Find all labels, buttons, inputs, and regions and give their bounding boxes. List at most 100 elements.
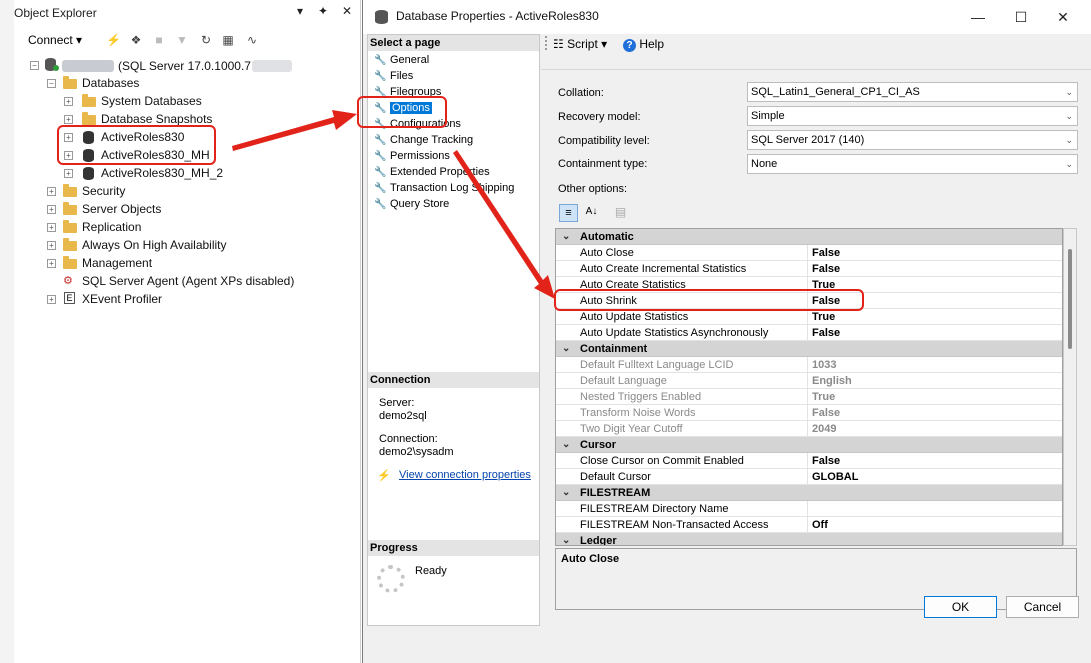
collapse-icon[interactable]: ⌄ <box>562 341 570 357</box>
property-value[interactable]: 1033 <box>812 357 1062 373</box>
grid-category-filestream[interactable]: ⌄ FILESTREAM <box>556 485 1062 501</box>
page-general[interactable]: 🔧 General <box>374 52 429 68</box>
page-permissions[interactable]: 🔧 Permissions <box>374 148 450 164</box>
collapse-icon[interactable]: − <box>47 79 56 88</box>
expand-icon[interactable]: + <box>47 187 56 196</box>
property-pages-icon[interactable]: ▤ <box>611 204 630 222</box>
folder-icon <box>63 256 77 269</box>
collapse-icon[interactable]: − <box>30 61 39 70</box>
expand-icon[interactable]: + <box>64 115 73 124</box>
grid-category-cursor[interactable]: ⌄ Cursor <box>556 437 1062 453</box>
property-name: FILESTREAM Directory Name <box>580 501 808 517</box>
ok-button[interactable]: OK <box>924 596 997 618</box>
property-name: Default Cursor <box>580 469 808 485</box>
script-button[interactable]: ☷ Script ▾ <box>553 37 607 51</box>
close-button[interactable]: ✕ <box>1048 6 1078 28</box>
expand-icon[interactable]: + <box>47 205 56 214</box>
expand-icon[interactable]: + <box>64 169 73 178</box>
property-value[interactable]: False <box>812 453 1062 469</box>
grid-row-default-fulltext-language-lcid[interactable]: Default Fulltext Language LCID 1033 <box>556 357 1062 373</box>
property-value[interactable]: False <box>812 325 1062 341</box>
grid-category-automatic[interactable]: ⌄ Automatic <box>556 229 1062 245</box>
page-transaction-log-shipping[interactable]: 🔧 Transaction Log Shipping <box>374 180 514 196</box>
scrollbar-thumb[interactable] <box>1068 249 1072 349</box>
property-value[interactable]: 2049 <box>812 421 1062 437</box>
pulse-icon[interactable]: ∿ <box>245 33 259 47</box>
grid-row-auto-update-statistics[interactable]: Auto Update Statistics True <box>556 309 1062 325</box>
page-files[interactable]: 🔧 Files <box>374 68 413 84</box>
collation-value: SQL_Latin1_General_CP1_CI_AS <box>751 86 920 98</box>
property-value[interactable]: False <box>812 405 1062 421</box>
property-name: FILESTREAM Non-Transacted Access <box>580 517 808 533</box>
grid-row-close-cursor-on-commit[interactable]: Close Cursor on Commit Enabled False <box>556 453 1062 469</box>
dropdown-icon[interactable]: ▾ <box>292 4 308 18</box>
property-value[interactable]: False <box>812 245 1062 261</box>
collapse-icon[interactable]: ⌄ <box>562 229 570 245</box>
connection-header: Connection <box>368 372 539 388</box>
grid-row-two-digit-year-cutoff[interactable]: Two Digit Year Cutoff 2049 <box>556 421 1062 437</box>
expand-icon[interactable]: + <box>47 259 56 268</box>
view-connection-properties-link[interactable]: View connection properties <box>399 469 531 481</box>
grid-row-filestream-non-transacted-access[interactable]: FILESTREAM Non-Transacted Access Off <box>556 517 1062 533</box>
minimize-button[interactable]: — <box>963 6 993 28</box>
collapse-icon[interactable]: ⌄ <box>562 485 570 501</box>
expand-icon[interactable]: + <box>47 295 56 304</box>
property-value[interactable]: False <box>812 261 1062 277</box>
help-button[interactable]: ? Help <box>623 37 664 52</box>
grid-category-containment[interactable]: ⌄ Containment <box>556 341 1062 357</box>
server-name-redacted <box>62 60 114 72</box>
disconnect-icon[interactable]: ❖ <box>129 33 143 47</box>
recovery-model-select[interactable]: Simple ⌄ <box>747 106 1078 126</box>
chevron-down-icon: ⌄ <box>1065 159 1073 169</box>
page-change-tracking[interactable]: 🔧 Change Tracking <box>374 132 473 148</box>
page-extended-properties[interactable]: 🔧 Extended Properties <box>374 164 490 180</box>
cancel-button[interactable]: Cancel <box>1006 596 1079 618</box>
folder-icon <box>63 184 77 197</box>
property-value[interactable]: GLOBAL <box>812 469 1062 485</box>
filter-icon[interactable]: ▼ <box>175 33 189 47</box>
page-label: Query Store <box>390 198 450 210</box>
activity-monitor-icon[interactable]: ▦ <box>221 33 235 47</box>
grid-row-transform-noise-words[interactable]: Transform Noise Words False <box>556 405 1062 421</box>
grid-row-auto-update-statistics-async[interactable]: Auto Update Statistics Asynchronously Fal… <box>556 325 1062 341</box>
maximize-button[interactable]: ☐ <box>1006 6 1036 28</box>
expand-icon[interactable]: + <box>64 97 73 106</box>
tree-label: Databases <box>82 76 140 90</box>
grid-row-default-cursor[interactable]: Default Cursor GLOBAL <box>556 469 1062 485</box>
pin-icon[interactable]: ✦ <box>315 4 331 18</box>
page-label: Files <box>390 70 414 82</box>
close-icon[interactable]: ✕ <box>339 4 355 18</box>
property-name: Nested Triggers Enabled <box>580 389 808 405</box>
connect-plug-icon[interactable]: ⚡ <box>106 33 121 47</box>
containment-type-select[interactable]: None ⌄ <box>747 154 1078 174</box>
property-name: Two Digit Year Cutoff <box>580 421 808 437</box>
stop-icon[interactable]: ■ <box>152 33 166 47</box>
compatibility-level-select[interactable]: SQL Server 2017 (140) ⌄ <box>747 130 1078 150</box>
expand-icon[interactable]: + <box>47 223 56 232</box>
page-label: Extended Properties <box>390 166 490 178</box>
collapse-icon[interactable]: ⌄ <box>562 437 570 453</box>
tree-label: System Databases <box>101 94 202 108</box>
wrench-icon: 🔧 <box>374 135 387 146</box>
grid-row-nested-triggers-enabled[interactable]: Nested Triggers Enabled True <box>556 389 1062 405</box>
expand-icon[interactable]: + <box>47 241 56 250</box>
property-value[interactable]: True <box>812 389 1062 405</box>
property-value[interactable] <box>812 501 1062 517</box>
connect-button[interactable]: Connect ▾ <box>28 33 82 47</box>
alphabetical-sort-icon[interactable]: A↓ <box>582 204 601 222</box>
collation-select[interactable]: SQL_Latin1_General_CP1_CI_AS ⌄ <box>747 82 1078 102</box>
refresh-icon[interactable]: ↻ <box>199 33 213 47</box>
page-label: Change Tracking <box>390 134 474 146</box>
property-value[interactable]: English <box>812 373 1062 389</box>
grid-scrollbar[interactable] <box>1063 228 1077 546</box>
grid-row-filestream-directory-name[interactable]: FILESTREAM Directory Name <box>556 501 1062 517</box>
grid-row-default-language[interactable]: Default Language English <box>556 373 1062 389</box>
page-query-store[interactable]: 🔧 Query Store <box>374 196 449 212</box>
property-value[interactable]: True <box>812 309 1062 325</box>
grid-category-ledger[interactable]: ⌄ Ledger <box>556 533 1062 545</box>
collapse-icon[interactable]: ⌄ <box>562 533 570 545</box>
grid-row-auto-close[interactable]: Auto Close False <box>556 245 1062 261</box>
grid-row-auto-create-incremental-statistics[interactable]: Auto Create Incremental Statistics False <box>556 261 1062 277</box>
property-value[interactable]: Off <box>812 517 1062 533</box>
categorized-icon[interactable]: ≡ <box>559 204 578 222</box>
